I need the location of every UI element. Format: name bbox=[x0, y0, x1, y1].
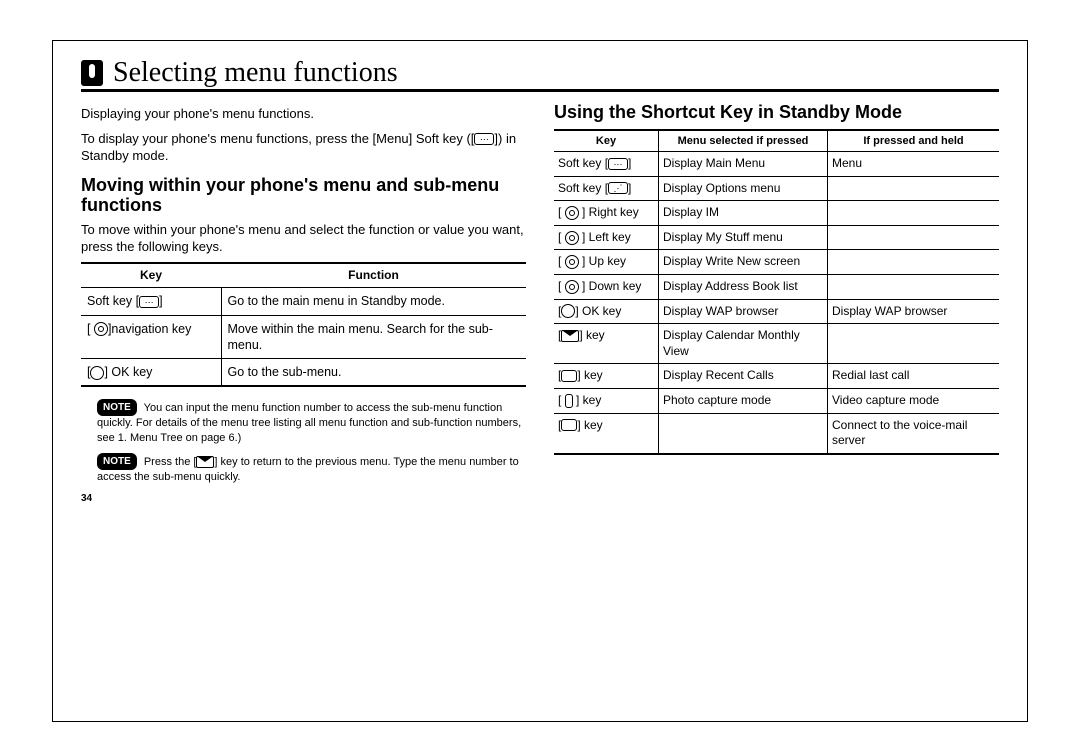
softkey-left-icon: ⋯ bbox=[608, 158, 628, 170]
table-row: Soft key [⋯] Go to the main menu in Stan… bbox=[81, 288, 526, 315]
ok-circle-icon bbox=[90, 366, 104, 380]
moving-body: To move within your phone's menu and sel… bbox=[81, 222, 526, 256]
table-row: [] keyConnect to the voice-mail server bbox=[554, 413, 999, 454]
intro-line-1: Displaying your phone's menu functions. bbox=[81, 106, 526, 123]
left-column: Displaying your phone's menu functions. … bbox=[81, 102, 526, 707]
table-row: [ ] Down keyDisplay Address Book list bbox=[554, 274, 999, 299]
nav-circle-icon bbox=[565, 280, 579, 294]
note-2: NOTE Press the [] key to return to the p… bbox=[97, 453, 526, 484]
note-badge: NOTE bbox=[97, 453, 137, 470]
envelope-icon bbox=[561, 330, 579, 342]
note-1: NOTE You can input the menu function num… bbox=[97, 399, 526, 445]
nav-circle-icon bbox=[565, 231, 579, 245]
chapter-header: Selecting menu functions bbox=[81, 59, 999, 92]
table-row: [] keyDisplay Calendar Monthly View bbox=[554, 324, 999, 364]
shortcut-key-table: Key Menu selected if pressed If pressed … bbox=[554, 129, 999, 455]
chapter-title: Selecting menu functions bbox=[113, 59, 398, 87]
page-number: 34 bbox=[81, 492, 526, 505]
table-row: [ ] Right keyDisplay IM bbox=[554, 201, 999, 226]
table-row: [ ] keyPhoto capture modeVideo capture m… bbox=[554, 388, 999, 413]
touch-icon bbox=[81, 60, 103, 86]
page-frame: Selecting menu functions Displaying your… bbox=[52, 40, 1028, 722]
table-row: [] keyDisplay Recent CallsRedial last ca… bbox=[554, 364, 999, 389]
table-row: [ ] Left keyDisplay My Stuff menu bbox=[554, 225, 999, 250]
table-row: Soft key [⋯]Display Main MenuMenu bbox=[554, 151, 999, 176]
right-column: Using the Shortcut Key in Standby Mode K… bbox=[554, 102, 999, 707]
ok-circle-icon bbox=[561, 304, 575, 318]
th-function: Function bbox=[221, 263, 526, 288]
th-key: Key bbox=[81, 263, 221, 288]
table-row: [] OK keyDisplay WAP browserDisplay WAP … bbox=[554, 299, 999, 324]
camera-key-icon bbox=[565, 394, 573, 408]
nav-circle-icon bbox=[94, 322, 108, 336]
intro-line-2: To display your phone's menu functions, … bbox=[81, 131, 526, 165]
th-key: Key bbox=[554, 130, 659, 152]
th-pressed: Menu selected if pressed bbox=[659, 130, 828, 152]
call-key-icon bbox=[561, 370, 577, 382]
softkey-left-icon: ⋯ bbox=[474, 133, 494, 145]
table-row: Soft key [⋰]Display Options menu bbox=[554, 176, 999, 201]
table-row: [] OK key Go to the sub-menu. bbox=[81, 359, 526, 387]
th-held: If pressed and held bbox=[828, 130, 1000, 152]
nav-circle-icon bbox=[565, 255, 579, 269]
softkey-right-icon: ⋰ bbox=[608, 182, 628, 194]
back-key-icon bbox=[196, 456, 214, 468]
table-row: [ ] Up keyDisplay Write New screen bbox=[554, 250, 999, 275]
note-badge: NOTE bbox=[97, 399, 137, 416]
subheading-shortcut: Using the Shortcut Key in Standby Mode bbox=[554, 102, 999, 123]
page: Selecting menu functions Displaying your… bbox=[0, 0, 1080, 752]
key-function-table: Key Function Soft key [⋯] Go to the main… bbox=[81, 262, 526, 388]
call-key-icon bbox=[561, 419, 577, 431]
softkey-left-icon: ⋯ bbox=[139, 296, 159, 308]
nav-circle-icon bbox=[565, 206, 579, 220]
content-columns: Displaying your phone's menu functions. … bbox=[81, 102, 999, 707]
table-row: [ ]navigation key Move within the main m… bbox=[81, 315, 526, 359]
subheading-moving: Moving within your phone's menu and sub-… bbox=[81, 175, 526, 216]
